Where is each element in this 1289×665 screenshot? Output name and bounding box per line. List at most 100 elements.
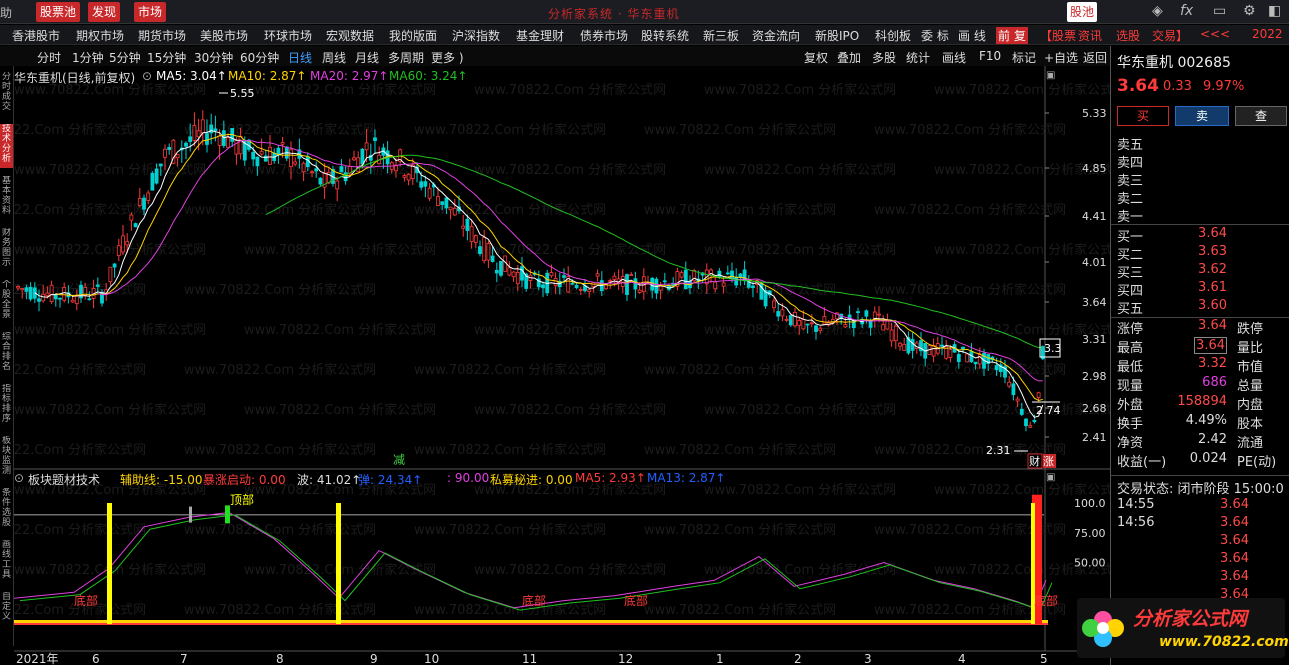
window-icon[interactable]: ◧: [1268, 3, 1281, 19]
menu-item-17[interactable]: 前 复: [996, 27, 1028, 44]
period-tab-10[interactable]: 更多 ): [431, 49, 464, 66]
candle-body: [58, 297, 62, 300]
period-tab-7[interactable]: 周线: [322, 49, 346, 66]
watermark-text: www.70822.Com 分析家公式网: [14, 202, 146, 218]
stat-value: 4.49%: [1185, 413, 1227, 428]
chart-tool-7[interactable]: +自选: [1044, 49, 1078, 66]
stock-pool-tag[interactable]: 股池: [1067, 2, 1098, 22]
legend-toggle-icon[interactable]: ⊙: [142, 69, 152, 83]
watermark-text: www.70822.Com 分析家公式网: [414, 282, 606, 298]
menu-item-22[interactable]: <<<: [1200, 27, 1230, 41]
left-tab-2[interactable]: 基本资料: [0, 176, 13, 220]
period-tab-1[interactable]: 1分钟: [72, 49, 104, 66]
period-tab-2[interactable]: 5分钟: [109, 49, 141, 66]
period-tab-8[interactable]: 月线: [355, 49, 379, 66]
menu-item-21[interactable]: 交易】: [1152, 27, 1188, 44]
left-tab-3[interactable]: 财务图示: [0, 228, 13, 272]
chart-tool-8[interactable]: 返回: [1083, 49, 1107, 66]
candle-body: [293, 161, 298, 165]
layers-icon[interactable]: ◈: [1152, 3, 1163, 19]
left-tab-9[interactable]: 画线工具: [0, 540, 13, 584]
watermark-text: www.70822.Com 分析家公式网: [414, 442, 606, 458]
menu-item-2[interactable]: 期货市场: [138, 27, 186, 44]
menu-item-15[interactable]: 委 标: [921, 27, 949, 44]
help-menu[interactable]: 助: [0, 4, 12, 21]
indicator-maximize-icon[interactable]: ▣: [1046, 472, 1055, 483]
menu-item-16[interactable]: 画 线: [958, 27, 986, 44]
candle-body: [751, 285, 755, 289]
left-tab-8[interactable]: 条件选股: [0, 488, 13, 532]
chart-tool-4[interactable]: 画线: [942, 49, 966, 66]
trade-status: 交易状态: 闭市阶段 15:00:0: [1117, 482, 1284, 497]
menu-item-18[interactable]: 【股票: [1040, 27, 1076, 44]
menu-item-13[interactable]: 新股IPO: [815, 27, 859, 44]
title-bar: 助 股票池 发现 市场 分析家系统 · 华东重机 股池 ◈ fx ▭ ⚙ ◧: [0, 0, 1289, 24]
candle-body: [1007, 381, 1012, 387]
tick-row-4: 3.64: [1117, 569, 1289, 587]
gear-icon[interactable]: ⚙: [1243, 3, 1256, 19]
left-tab-0[interactable]: 分时成交: [0, 72, 13, 116]
menu-item-4[interactable]: 环球市场: [264, 27, 312, 44]
period-tab-3[interactable]: 15分钟: [147, 49, 186, 66]
menu-item-11[interactable]: 新三板: [703, 27, 739, 44]
left-tab-7[interactable]: 板块监测: [0, 436, 13, 480]
menu-item-1[interactable]: 期权市场: [76, 27, 124, 44]
kline-chart[interactable]: www.70822.Com 分析家公式网 www.70822.Com 分析家公式网…: [14, 66, 1110, 665]
chart-tool-5[interactable]: F10: [979, 49, 1001, 63]
period-tab-4[interactable]: 30分钟: [194, 49, 233, 66]
candle-body: [587, 289, 592, 293]
menu-item-9[interactable]: 债券市场: [580, 27, 628, 44]
menu-item-0[interactable]: 香港股市: [12, 27, 60, 44]
formula-icon[interactable]: fx: [1180, 3, 1193, 19]
watermark-text: www.70822.Com 分析家公式网: [184, 442, 376, 458]
candle-body: [662, 280, 667, 283]
candle-body: [730, 270, 734, 279]
watermark-text: www.70822.Com 分析家公式网: [934, 82, 1110, 98]
left-tab-10[interactable]: 自定义: [0, 592, 13, 636]
candle-body: [62, 286, 67, 301]
chart-tool-6[interactable]: 标记: [1012, 49, 1036, 66]
buy-button[interactable]: 买: [1117, 106, 1169, 126]
period-tab-5[interactable]: 60分钟: [240, 49, 279, 66]
left-tab-1[interactable]: 技术分析: [0, 124, 13, 168]
candle-body: [45, 292, 50, 297]
menu-item-19[interactable]: 资讯: [1078, 27, 1102, 44]
minimize-icon[interactable]: ▭: [1213, 3, 1226, 19]
period-tab-0[interactable]: 分时: [37, 49, 61, 66]
menu-item-6[interactable]: 我的版面: [389, 27, 437, 44]
left-tab-6[interactable]: 指标排序: [0, 384, 13, 428]
bounce-legend: 弹: 24.34↑: [358, 473, 423, 487]
chart-tool-1[interactable]: 叠加: [837, 49, 861, 66]
period-tab-9[interactable]: 多周期: [388, 49, 424, 66]
stock-pool-button[interactable]: 股票池: [36, 2, 81, 22]
query-button[interactable]: 查: [1235, 106, 1287, 126]
private-fund-legend: 私募秘进: 0.00: [490, 473, 573, 487]
menu-item-12[interactable]: 资金流向: [752, 27, 800, 44]
sell-button[interactable]: 卖: [1175, 106, 1229, 126]
menu-item-3[interactable]: 美股市场: [200, 27, 248, 44]
candle-body: [507, 267, 512, 276]
stat-label-2: 内盘: [1237, 398, 1264, 413]
candle-body: [570, 282, 575, 285]
candle-body: [822, 316, 827, 325]
chart-tool-0[interactable]: 复权: [804, 49, 828, 66]
market-button[interactable]: 市场: [134, 2, 167, 22]
left-tab-4[interactable]: 个股全景: [0, 280, 13, 324]
menu-item-10[interactable]: 股转系统: [641, 27, 689, 44]
discover-button[interactable]: 发现: [88, 2, 121, 22]
chart-tool-2[interactable]: 多股: [872, 49, 896, 66]
menu-item-7[interactable]: 沪深指数: [452, 27, 500, 44]
left-tab-5[interactable]: 综合排名: [0, 332, 13, 376]
menu-item-20[interactable]: 选股: [1116, 27, 1140, 44]
period-tab-6[interactable]: 日线: [288, 49, 312, 66]
stat-value: 3.32: [1198, 356, 1227, 371]
menu-item-23[interactable]: 2022: [1252, 27, 1283, 41]
chart-tool-3[interactable]: 统计: [906, 49, 930, 66]
menu-item-14[interactable]: 科创板: [875, 27, 911, 44]
candle-body: [872, 311, 877, 320]
candle-body: [163, 148, 167, 158]
indicator-toggle-icon[interactable]: ⊙: [14, 471, 24, 485]
menu-item-5[interactable]: 宏观数据: [326, 27, 374, 44]
panel-maximize-icon[interactable]: ▣: [1046, 70, 1055, 81]
menu-item-8[interactable]: 基金理财: [516, 27, 564, 44]
